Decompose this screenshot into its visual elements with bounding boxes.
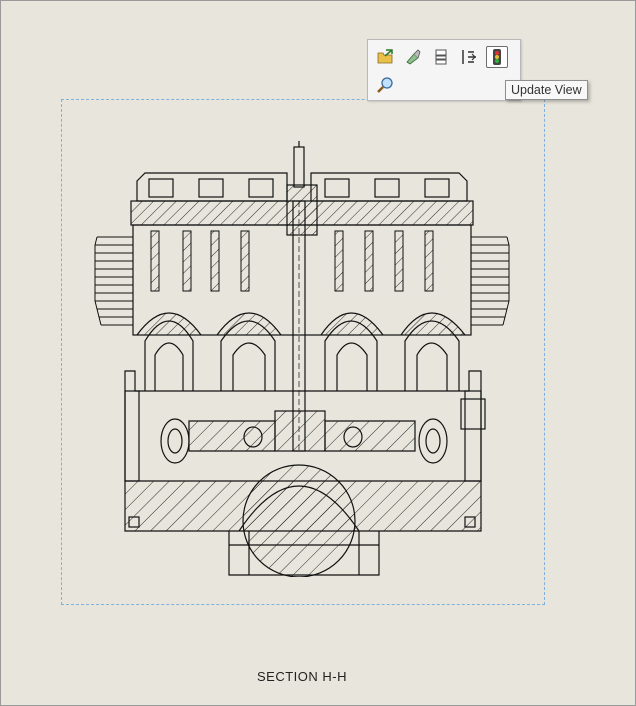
update-view-traffic-light-icon[interactable] [486,46,508,68]
hide-show-icon[interactable] [402,46,424,68]
context-toolbar [367,39,521,101]
drawing-sheet[interactable]: SECTION H-H Update View [0,0,636,706]
align-view-icon[interactable] [458,46,480,68]
open-drawing-view-icon[interactable] [374,46,396,68]
update-view-tooltip: Update View [505,80,588,100]
section-view-label: SECTION H-H [257,669,347,684]
section-view-engine-drawing[interactable] [89,141,515,577]
zoom-to-selection-icon[interactable] [374,74,396,96]
component-properties-icon[interactable] [430,46,452,68]
